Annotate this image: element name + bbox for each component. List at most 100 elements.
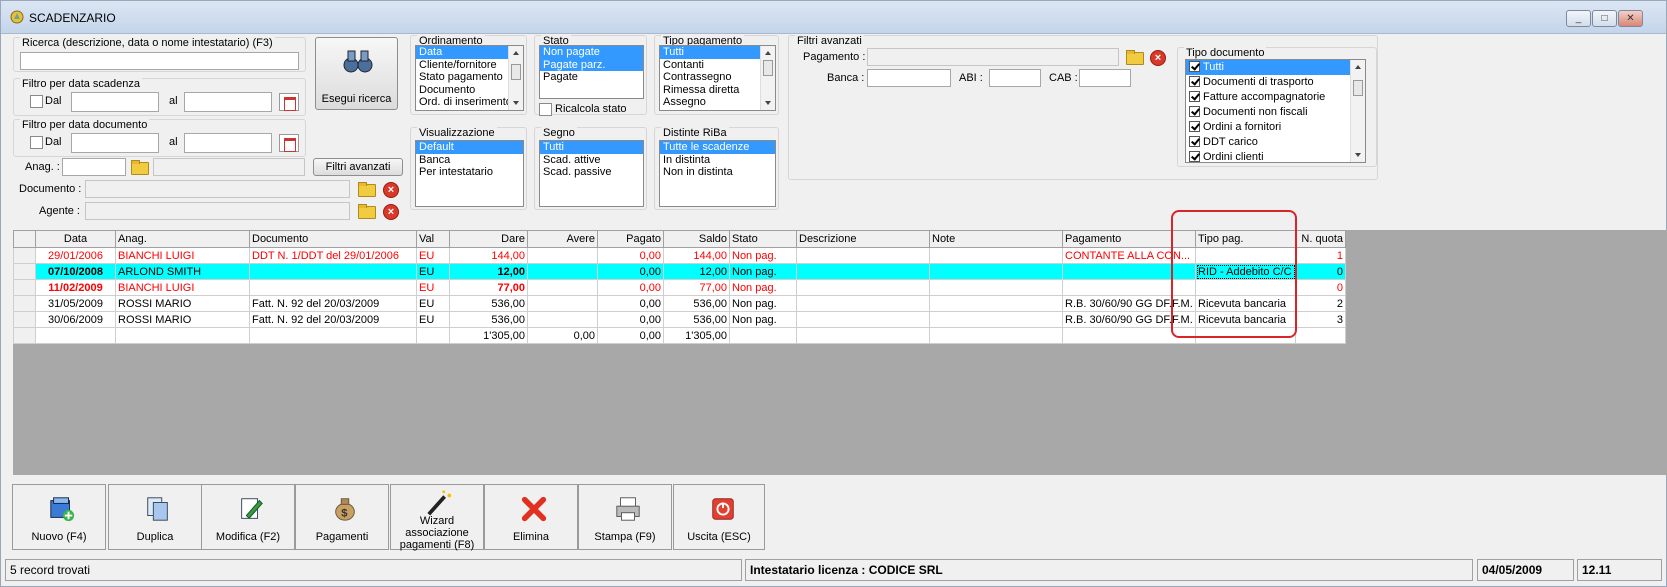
folder-icon[interactable] xyxy=(357,203,376,219)
checkbox-checked-icon[interactable] xyxy=(1189,106,1200,117)
column-header[interactable]: Note xyxy=(929,230,1063,248)
column-header[interactable]: Saldo xyxy=(663,230,730,248)
printer-button[interactable]: Stampa (F9) xyxy=(578,484,672,550)
checkbox-checked-icon[interactable] xyxy=(1189,121,1200,132)
clear-icon[interactable]: × xyxy=(383,204,399,220)
list-item[interactable]: Documenti di trasporto xyxy=(1186,75,1365,90)
scrollbar[interactable] xyxy=(508,46,523,110)
table-row[interactable]: 31/05/2009 ROSSI MARIO Fatt. N. 92 del 20/… xyxy=(13,295,1346,312)
ordinamento-list[interactable]: Data Cliente/fornitore Stato pagamento D… xyxy=(415,45,524,111)
list-item[interactable]: Contrassegno xyxy=(660,71,775,84)
checkbox-checked-icon[interactable] xyxy=(1189,136,1200,147)
visualizzazione-list[interactable]: Default Banca Per intestatario xyxy=(415,140,524,207)
list-item[interactable]: Documenti non fiscali xyxy=(1186,105,1365,120)
folder-icon[interactable] xyxy=(357,181,376,197)
list-item[interactable]: Per intestatario xyxy=(416,166,523,179)
distinte-riba-list[interactable]: Tutte le scadenze In distinta Non in dis… xyxy=(659,140,776,207)
list-item[interactable]: In distinta xyxy=(660,154,775,167)
list-item[interactable]: Ordini clienti xyxy=(1186,150,1365,162)
list-item[interactable]: Ord. di inserimento xyxy=(416,96,523,109)
al-documento-input[interactable] xyxy=(184,133,272,153)
list-item[interactable]: Rimessa diretta xyxy=(660,84,775,97)
row-selector[interactable] xyxy=(13,263,36,280)
scadenze-grid[interactable]: Data Anag. Documento Val Dare Avere Pagato Sald… xyxy=(13,230,1667,475)
edit-button[interactable]: Modifica (F2) xyxy=(201,484,295,550)
scrollbar[interactable] xyxy=(760,46,775,110)
row-selector[interactable] xyxy=(13,327,36,344)
dal-scadenza-input[interactable] xyxy=(71,92,159,112)
table-row[interactable]: 11/02/2009 BIANCHI LUIGI EU 77,00 0,00 77,00 N… xyxy=(13,279,1346,296)
folder-icon[interactable] xyxy=(1125,49,1144,65)
table-row[interactable]: 29/01/2006 BIANCHI LUIGI DDT N. 1/DDT del … xyxy=(13,247,1346,264)
checkbox-checked-icon[interactable] xyxy=(1189,151,1200,162)
column-header[interactable]: Documento xyxy=(249,230,417,248)
money-bag-button[interactable]: $ Pagamenti xyxy=(295,484,389,550)
column-header[interactable]: Anag. xyxy=(115,230,250,248)
ricalcola-checkbox[interactable] xyxy=(539,103,552,116)
delete-x-button[interactable]: Elimina xyxy=(484,484,578,550)
list-item[interactable]: DDT carico xyxy=(1186,135,1365,150)
list-item[interactable]: Scad. attive xyxy=(540,154,643,167)
column-header[interactable]: Pagato xyxy=(597,230,664,248)
calendar-icon[interactable] xyxy=(279,134,299,152)
row-selector[interactable] xyxy=(13,247,36,264)
al-scadenza-input[interactable] xyxy=(184,92,272,112)
ricerca-input[interactable] xyxy=(20,52,299,70)
list-item[interactable]: Documento xyxy=(416,84,523,97)
list-item[interactable]: Tutte le scadenze xyxy=(660,141,775,154)
list-item[interactable]: Default xyxy=(416,141,523,154)
calendar-icon[interactable] xyxy=(279,93,299,111)
table-row[interactable]: 30/06/2009 ROSSI MARIO Fatt. N. 92 del 20/… xyxy=(13,311,1346,328)
list-item[interactable]: Pagate parz. xyxy=(540,58,643,71)
duplicate-button[interactable]: Duplica xyxy=(108,484,202,550)
list-item[interactable]: Ordini a fornitori xyxy=(1186,120,1365,135)
close-button[interactable]: ✕ xyxy=(1618,10,1643,27)
maximize-button[interactable]: □ xyxy=(1592,10,1617,27)
tipo-documento-list[interactable]: Tutti Documenti di trasporto Fatture acc… xyxy=(1185,59,1366,163)
column-header[interactable]: Stato xyxy=(729,230,797,248)
checkbox-checked-icon[interactable] xyxy=(1189,76,1200,87)
anag-input[interactable] xyxy=(62,158,126,176)
clear-icon[interactable]: × xyxy=(383,182,399,198)
new-record-button[interactable]: Nuovo (F4) xyxy=(12,484,106,550)
list-item[interactable]: Assegno xyxy=(660,96,775,109)
table-row[interactable]: 1'305,00 0,00 0,00 1'305,00 xyxy=(13,327,1346,344)
list-item[interactable]: Tutti xyxy=(1186,60,1365,75)
scrollbar[interactable] xyxy=(1350,60,1365,162)
column-header[interactable]: Val xyxy=(416,230,450,248)
esegui-ricerca-button[interactable]: Esegui ricerca xyxy=(315,37,398,110)
dal-documento-checkbox[interactable] xyxy=(30,136,43,149)
row-selector[interactable] xyxy=(13,279,36,296)
list-item[interactable]: Stato pagamento xyxy=(416,71,523,84)
abi-input[interactable] xyxy=(989,69,1041,87)
row-selector[interactable] xyxy=(13,295,36,312)
banca-input[interactable] xyxy=(867,69,951,87)
list-item[interactable]: Pagate xyxy=(540,71,643,84)
column-header[interactable]: Data xyxy=(35,230,116,248)
list-item[interactable]: Cliente/fornitore xyxy=(416,59,523,72)
list-item[interactable]: Tutti xyxy=(660,46,775,59)
minimize-button[interactable]: _ xyxy=(1566,10,1591,27)
filtri-avanzati-button[interactable]: Filtri avanzati xyxy=(313,158,403,176)
column-header[interactable]: Descrizione xyxy=(796,230,930,248)
list-item[interactable]: Contanti xyxy=(660,59,775,72)
folder-icon[interactable] xyxy=(130,159,149,175)
dal-documento-input[interactable] xyxy=(71,133,159,153)
column-header[interactable]: N. quota xyxy=(1295,230,1346,248)
dal-scadenza-checkbox[interactable] xyxy=(30,95,43,108)
column-header[interactable]: Dare xyxy=(449,230,528,248)
list-item[interactable]: Data xyxy=(416,46,523,59)
cab-input[interactable] xyxy=(1079,69,1131,87)
list-item[interactable]: Fatture accompagnatorie xyxy=(1186,90,1365,105)
column-header[interactable]: Avere xyxy=(527,230,598,248)
tipo-pagamento-list[interactable]: Tutti Contanti Contrassegno Rimessa dire… xyxy=(659,45,776,111)
exit-button[interactable]: Uscita (ESC) xyxy=(673,484,765,550)
table-row[interactable]: 07/10/2008 ARLOND SMITH EU 12,00 0,00 12,00 No… xyxy=(13,263,1346,280)
list-item[interactable]: Scad. passive xyxy=(540,166,643,179)
segno-list[interactable]: Tutti Scad. attive Scad. passive xyxy=(539,140,644,207)
list-item[interactable]: Banca xyxy=(416,154,523,167)
checkbox-checked-icon[interactable] xyxy=(1189,91,1200,102)
stato-list[interactable]: Non pagate Pagate parz. Pagate xyxy=(539,45,644,99)
list-item[interactable]: Non in distinta xyxy=(660,166,775,179)
wizard-wand-button[interactable]: Wizard associazione pagamenti (F8) xyxy=(390,484,484,551)
